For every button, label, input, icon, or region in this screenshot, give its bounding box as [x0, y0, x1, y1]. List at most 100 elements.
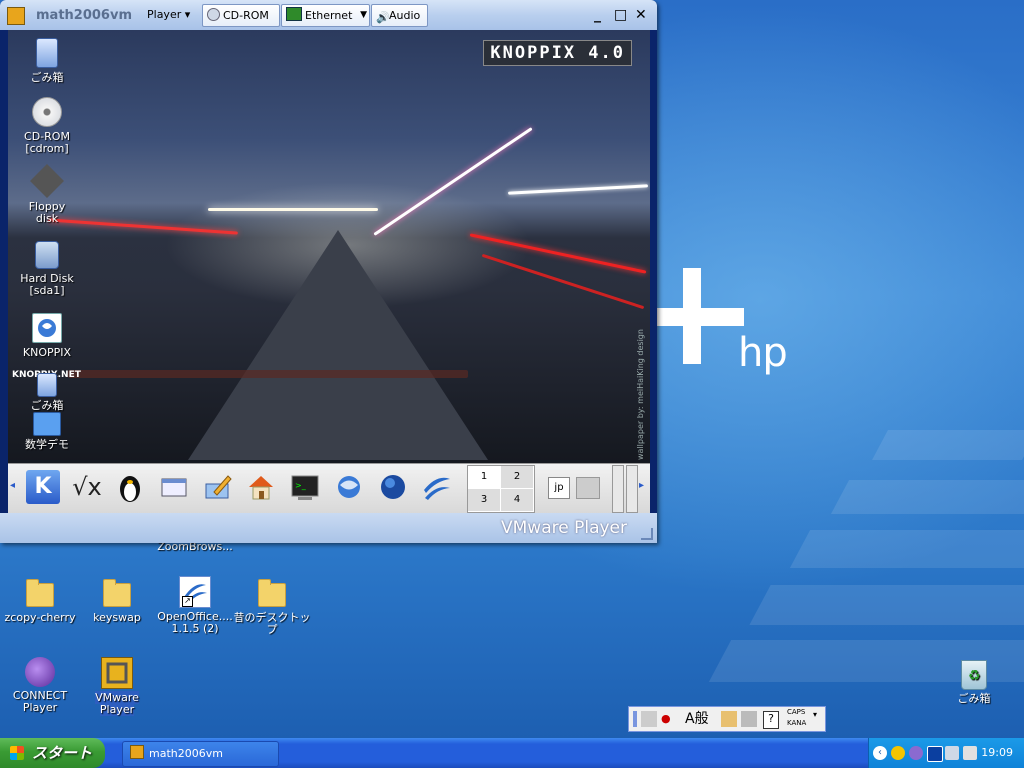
- guest-icon-math-demo[interactable]: 数学デモ: [12, 412, 82, 451]
- maximize-button[interactable]: □: [614, 7, 627, 23]
- speaker-icon: 🔊: [376, 11, 390, 24]
- folder-icon: [26, 579, 54, 607]
- host-desktop: hp ZoomBrows... zcopy-cherry keyswap ↗ O…: [0, 0, 1024, 738]
- floppy-disk-icon: [30, 164, 64, 198]
- pager-desktop-1[interactable]: 1: [468, 466, 500, 488]
- pager-desktop-3[interactable]: 3: [468, 489, 500, 511]
- guest-icon-knoppix[interactable]: KNOPPIX: [12, 313, 82, 359]
- ime-tools-icon[interactable]: [741, 711, 757, 727]
- window-list-icon[interactable]: [157, 470, 191, 504]
- trash-icon: [36, 38, 58, 68]
- shortcut-arrow-icon: ↗: [182, 596, 193, 607]
- konqueror-icon[interactable]: [332, 470, 366, 504]
- knoppix-doc-icon: [32, 313, 62, 343]
- panel-hide-left[interactable]: [612, 465, 624, 513]
- ime-mode-indicator[interactable]: A般: [685, 711, 709, 727]
- vmware-icon: [130, 745, 144, 759]
- show-hidden-icons-icon[interactable]: ‹: [873, 746, 887, 760]
- network-card-icon: [286, 7, 302, 21]
- vmware-icon: [101, 657, 133, 689]
- security-icon[interactable]: [909, 746, 923, 760]
- guest-screen[interactable]: KNOPPIX 4.0 wallpaper by: meiHaiKing des…: [8, 30, 650, 513]
- chevron-down-icon[interactable]: ▼: [360, 5, 367, 26]
- vmware-footer: VMware Player: [0, 513, 657, 543]
- ime-dictionary-icon[interactable]: [721, 711, 737, 727]
- terminal-icon[interactable]: >_: [288, 470, 322, 504]
- guest-icon-trash-2[interactable]: ごみ箱: [12, 373, 82, 412]
- icon-keyswap[interactable]: keyswap: [77, 578, 157, 624]
- kde-panel: ◂ K √x >_ 1 2 3 4 jp ▸: [8, 463, 650, 513]
- tux-icon[interactable]: [113, 470, 147, 504]
- resize-grip[interactable]: [641, 528, 653, 540]
- keyboard-layout-icon[interactable]: jp: [548, 477, 570, 499]
- svg-text:>_: >_: [295, 481, 307, 490]
- title-bar[interactable]: math2006vm Player ▾ CD-ROM Ethernet ▼ 🔊A…: [0, 0, 657, 30]
- player-menu[interactable]: Player ▾: [147, 8, 190, 21]
- language-bar: ● A般 ? CAPS KANA ▾: [628, 706, 826, 732]
- pager-desktop-2[interactable]: 2: [501, 466, 533, 488]
- icon-openoffice[interactable]: ↗ OpenOffice.... 1.1.5 (2): [155, 576, 235, 635]
- monitor-icon[interactable]: [927, 746, 943, 762]
- ethernet-device-button[interactable]: Ethernet ▼: [281, 4, 370, 27]
- kate-editor-icon[interactable]: [200, 470, 234, 504]
- window-title: math2006vm: [36, 8, 132, 23]
- ime-pad-icon[interactable]: ●: [661, 711, 677, 727]
- keyboard-icon[interactable]: [641, 711, 657, 727]
- icon-connect-player[interactable]: CONNECT Player: [0, 657, 80, 714]
- volume-icon[interactable]: [963, 746, 977, 760]
- audio-device-button[interactable]: 🔊Audio: [371, 4, 428, 27]
- taskbar: スタート math2006vm ‹ 19:09: [0, 738, 1024, 768]
- recycle-bin-icon: ♻: [961, 660, 987, 690]
- guest-icon-floppy[interactable]: Floppy disk: [12, 164, 82, 225]
- icon-zcopy-cherry[interactable]: zcopy-cherry: [0, 578, 80, 624]
- connect-player-icon: [25, 657, 55, 687]
- icon-old-desktop[interactable]: 昔のデスクトップ: [232, 578, 312, 636]
- printer-icon[interactable]: [576, 477, 600, 499]
- photo-credit: wallpaper by: meiHaiKing design: [636, 329, 645, 460]
- help-icon[interactable]: ?: [763, 711, 779, 729]
- cdrom-icon: [207, 8, 220, 21]
- wallpaper-photo: KNOPPIX 4.0 wallpaper by: meiHaiKing des…: [8, 30, 650, 463]
- taskbar-item-math2006vm[interactable]: math2006vm: [122, 741, 279, 767]
- network-connection-icon[interactable]: [945, 746, 959, 760]
- desktop-pager[interactable]: 1 2 3 4: [467, 465, 535, 513]
- hard-disk-icon: [35, 241, 59, 269]
- sqrt-x-icon[interactable]: √x: [70, 470, 104, 504]
- guest-icon-cdrom[interactable]: CD-ROM [cdrom]: [12, 97, 82, 155]
- vmware-icon: [7, 7, 25, 25]
- icon-recycle-bin[interactable]: ♻ ごみ箱: [934, 660, 1014, 705]
- panel-hide-right[interactable]: [626, 465, 638, 513]
- network-globe-icon[interactable]: [891, 746, 905, 760]
- clock[interactable]: 19:09: [981, 746, 1013, 759]
- folder-icon: [33, 412, 61, 436]
- guest-icon-trash[interactable]: ごみ箱: [12, 38, 82, 84]
- cdrom-icon: [32, 97, 62, 127]
- panel-scroll-left-icon[interactable]: ◂: [10, 480, 15, 491]
- pager-desktop-4[interactable]: 4: [501, 489, 533, 511]
- svg-text:♻: ♻: [968, 668, 981, 684]
- kana-indicator: KANA: [787, 719, 807, 727]
- windows-logo-icon: [10, 746, 24, 760]
- cdrom-device-button[interactable]: CD-ROM: [202, 4, 280, 27]
- knoppix-logo: KNOPPIX 4.0: [483, 40, 632, 66]
- folder-icon: [258, 579, 286, 607]
- folder-icon: [103, 579, 131, 607]
- openoffice-icon[interactable]: [420, 470, 454, 504]
- kde-menu-icon[interactable]: K: [26, 470, 60, 504]
- home-icon[interactable]: [244, 470, 278, 504]
- guest-icon-hard-disk[interactable]: Hard Disk [sda1]: [12, 241, 82, 297]
- minimize-button[interactable]: _: [594, 7, 601, 23]
- start-button[interactable]: スタート: [0, 738, 105, 768]
- vmware-window: math2006vm Player ▾ CD-ROM Ethernet ▼ 🔊A…: [0, 0, 657, 543]
- mozilla-globe-icon[interactable]: [376, 470, 410, 504]
- vmware-player-brand: VMware Player: [501, 518, 627, 538]
- icon-vmware-player[interactable]: VMware Player: [77, 657, 157, 716]
- panel-scroll-right-icon[interactable]: ▸: [639, 480, 644, 491]
- trash-icon: [37, 373, 57, 397]
- close-button[interactable]: ✕: [635, 7, 647, 23]
- langbar-options-icon[interactable]: ▾: [813, 710, 817, 719]
- openoffice-icon: ↗: [179, 576, 211, 608]
- hp-logo-text: hp: [738, 330, 788, 376]
- caps-indicator: CAPS: [787, 708, 806, 716]
- system-tray: ‹ 19:09: [868, 738, 1024, 768]
